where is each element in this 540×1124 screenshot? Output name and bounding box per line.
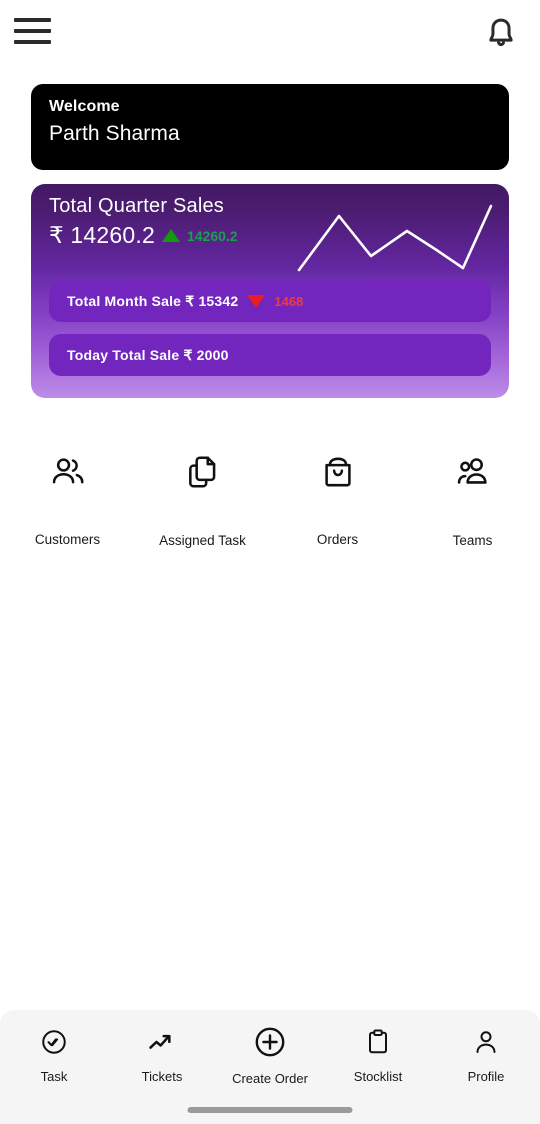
app-root: Welcome Parth Sharma Total Quarter Sales… — [0, 0, 540, 1124]
sales-sparkline-chart — [297, 204, 493, 272]
top-app-bar — [0, 0, 540, 62]
nav-item-label: Task — [40, 1069, 68, 1084]
quarter-sales-delta: 14260.2 — [186, 227, 238, 244]
sales-card-title: Total Quarter Sales — [49, 195, 224, 217]
quick-action-assigned-task[interactable]: Assigned Task — [135, 450, 270, 548]
user-name: Parth Sharma — [49, 122, 180, 145]
quick-action-customers[interactable]: Customers — [0, 450, 135, 548]
users-icon — [49, 450, 87, 494]
quick-action-teams[interactable]: Teams — [405, 450, 540, 548]
hamburger-bar — [14, 18, 51, 22]
home-indicator — [187, 1107, 353, 1113]
users-group-icon — [454, 450, 492, 494]
hamburger-bar — [14, 29, 51, 33]
nav-item-profile[interactable]: Profile — [432, 1024, 540, 1086]
nav-item-label: Profile — [467, 1069, 505, 1084]
check-circle-icon — [39, 1024, 69, 1060]
today-total-sale-pill[interactable]: Today Total Sale ₹ 2000 — [49, 334, 491, 376]
trend-up-triangle-icon — [161, 229, 180, 242]
total-month-sale-label: Total Month Sale ₹ 15342 — [67, 292, 239, 309]
quick-action-orders[interactable]: Orders — [270, 450, 405, 548]
shopping-bag-icon — [320, 450, 356, 494]
nav-item-create-order[interactable]: Create Order — [216, 1024, 324, 1086]
bell-icon[interactable] — [480, 10, 522, 52]
hamburger-menu-icon[interactable] — [14, 15, 54, 47]
month-sale-delta: 1468 — [274, 293, 304, 309]
trending-up-icon — [146, 1024, 178, 1060]
nav-item-label: Create Order — [232, 1071, 308, 1086]
bottom-navigation-bar: Task Tickets Create Order Stocklist Prof… — [0, 1010, 540, 1124]
clipboard-icon — [363, 1024, 393, 1060]
total-month-sale-pill[interactable]: Total Month Sale ₹ 15342 1468 — [49, 280, 491, 322]
quick-action-label: Customers — [34, 532, 101, 547]
nav-item-tickets[interactable]: Tickets — [108, 1024, 216, 1086]
welcome-card: Welcome Parth Sharma — [31, 84, 509, 170]
nav-item-label: Tickets — [141, 1069, 183, 1084]
person-icon — [471, 1024, 501, 1060]
quick-action-label: Teams — [452, 533, 493, 548]
bottom-nav-items: Task Tickets Create Order Stocklist Prof… — [0, 1010, 540, 1086]
nav-item-label: Stocklist — [353, 1069, 403, 1084]
trend-down-triangle-icon — [247, 294, 266, 308]
welcome-label: Welcome — [49, 98, 120, 115]
plus-circle-icon — [252, 1024, 288, 1060]
total-quarter-sales-card: Total Quarter Sales ₹ 14260.2 14260.2 To… — [31, 184, 509, 398]
documents-copy-icon — [184, 450, 222, 494]
quarter-sales-amount-row: ₹ 14260.2 14260.2 — [49, 222, 238, 249]
nav-item-task[interactable]: Task — [0, 1024, 108, 1086]
quick-actions-row: Customers Assigned Task Orders Teams — [0, 450, 540, 548]
today-total-sale-label: Today Total Sale ₹ 2000 — [67, 346, 229, 363]
nav-item-stocklist[interactable]: Stocklist — [324, 1024, 432, 1086]
quick-action-label: Orders — [316, 532, 359, 547]
hamburger-bar — [14, 40, 51, 44]
quick-action-label: Assigned Task — [159, 533, 246, 548]
quarter-sales-amount: ₹ 14260.2 — [49, 222, 155, 248]
